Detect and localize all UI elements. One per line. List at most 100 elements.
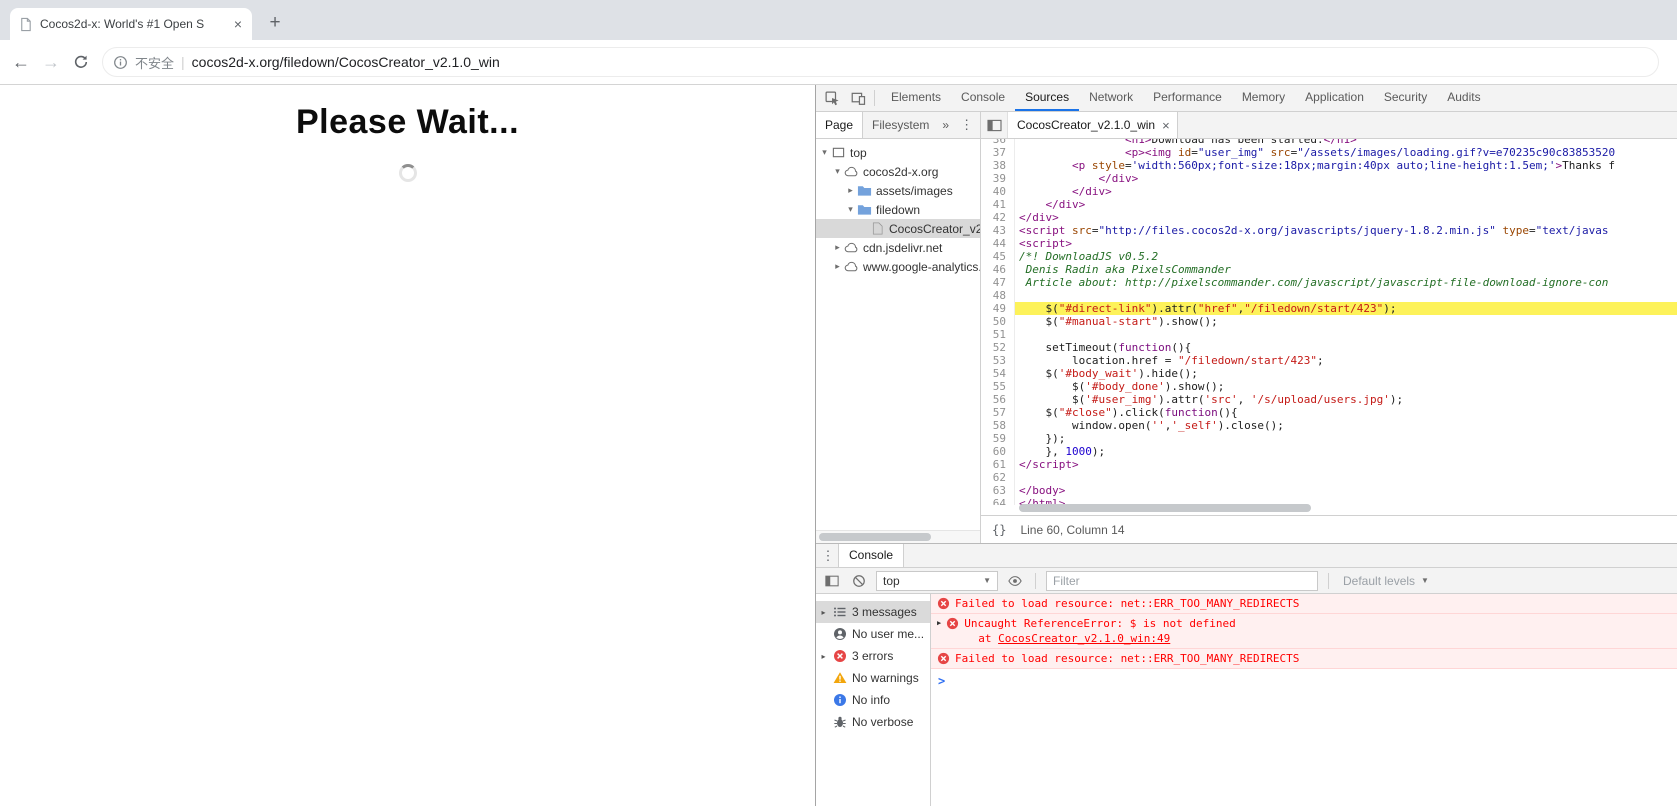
pretty-print-button[interactable]: {} (988, 521, 1010, 539)
error-icon (937, 652, 950, 665)
scrollbar-thumb[interactable] (1019, 504, 1311, 512)
device-toolbar-icon[interactable] (845, 86, 871, 110)
new-tab-button[interactable]: + (262, 10, 288, 36)
toggle-navigator-icon[interactable] (981, 112, 1008, 138)
code-line-49: 49 $("#direct-link").attr("href","/filed… (981, 302, 1677, 315)
code-line-38: 38 <p style='width:560px;font-size:18px;… (981, 159, 1677, 172)
console-filter-no-user-me[interactable]: No user me... (816, 623, 930, 645)
line-number: 39 (981, 172, 1015, 185)
code-line-63: 63 </body> (981, 484, 1677, 497)
tree-item-top[interactable]: ▾ top (816, 143, 980, 162)
code-text: <p><img id="user_img" src="/assets/image… (1124, 146, 1616, 159)
message-body: Uncaught ReferenceError: $ is not define… (964, 616, 1236, 646)
source-link[interactable]: CocosCreator_v2.1.0_win:49 (998, 632, 1170, 645)
eye-icon[interactable] (1005, 572, 1025, 590)
inspect-element-icon[interactable] (819, 86, 845, 110)
chevron-down-icon[interactable]: ▾ (845, 204, 856, 215)
devtools-tab-security[interactable]: Security (1374, 85, 1437, 111)
chevron-right-icon[interactable]: ▸ (845, 185, 856, 196)
console-filter-no-warnings[interactable]: No warnings (816, 667, 930, 689)
console-filter-label: No user me... (852, 627, 925, 641)
back-button[interactable]: ← (8, 49, 34, 75)
code-text: Article about: http://pixelscommander.co… (1019, 276, 1609, 289)
browser-tab[interactable]: Cocos2d-x: World's #1 Open S × (10, 8, 252, 40)
devtools-tab-console[interactable]: Console (951, 85, 1015, 111)
tree-item-filedown[interactable]: ▾ filedown (816, 200, 980, 219)
message-body: Failed to load resource: net::ERR_TOO_MA… (955, 651, 1299, 666)
console-filter-input[interactable] (1046, 570, 1318, 591)
chevron-right-icon[interactable]: ▸ (832, 261, 843, 272)
site-info-icon[interactable] (113, 55, 128, 70)
overflow-tabs-icon[interactable]: » (938, 112, 953, 138)
console-filter-label: 3 errors (852, 649, 894, 663)
console-filter-no-info[interactable]: No info (816, 689, 930, 711)
devtools-tab-memory[interactable]: Memory (1232, 85, 1295, 111)
tree-item-cocos2d-x-org[interactable]: ▾ cocos2d-x.org (816, 162, 980, 181)
code-text: </div> (1019, 211, 1059, 224)
forward-button[interactable]: → (38, 49, 64, 75)
tab-filesystem[interactable]: Filesystem (863, 112, 938, 138)
console-filter-3-messages[interactable]: ▸ 3 messages (816, 601, 930, 623)
code-line-53: 53 location.href = "/filedown/start/423"… (981, 354, 1677, 367)
drawer-tab-console[interactable]: Console (838, 544, 905, 567)
tree-item-cdn-jsdelivr-net[interactable]: ▸ cdn.jsdelivr.net (816, 238, 980, 257)
tab-strip: Cocos2d-x: World's #1 Open S × + (0, 0, 1677, 40)
file-tab-close-icon[interactable]: × (1162, 118, 1170, 133)
navigator-menu-icon[interactable]: ⋮ (953, 112, 980, 138)
log-levels-dropdown[interactable]: Default levels ▼ (1339, 574, 1433, 588)
devtools-tab-application[interactable]: Application (1295, 85, 1374, 111)
code-line-59: 59 }); (981, 432, 1677, 445)
code-text: <p style='width:560px;font-size:18px;mar… (1071, 159, 1616, 172)
cursor-position: Line 60, Column 14 (1020, 522, 1125, 537)
context-selector[interactable]: top ▼ (876, 570, 998, 591)
scrollbar-thumb[interactable] (819, 533, 931, 541)
navigator-hscrollbar[interactable] (816, 530, 980, 543)
chevron-down-icon[interactable]: ▾ (819, 147, 830, 158)
expand-arrow-icon[interactable]: ▶ (937, 619, 941, 627)
drawer-tab-bar: ⋮ Console (816, 544, 1677, 568)
devtools-tab-elements[interactable]: Elements (881, 85, 951, 111)
tree-item-label: assets/images (876, 183, 953, 198)
tree-item-www-google-analytics-co[interactable]: ▸ www.google-analytics.co (816, 257, 980, 276)
line-number: 56 (981, 393, 1015, 406)
chevron-right-icon[interactable]: ▸ (819, 652, 828, 661)
drawer-menu-icon[interactable]: ⋮ (818, 544, 838, 567)
reload-button[interactable] (68, 49, 94, 75)
code-line-50: 50 $("#manual-start").show(); (981, 315, 1677, 328)
code-text: Denis Radin aka PixelsCommander (1019, 263, 1231, 276)
devtools-tab-audits[interactable]: Audits (1437, 85, 1490, 111)
console-sidebar-toggle-icon[interactable] (822, 572, 842, 590)
chevron-down-icon: ▼ (983, 576, 991, 585)
devtools-tab-network[interactable]: Network (1079, 85, 1143, 111)
tree-item-assets-images[interactable]: ▸ assets/images (816, 181, 980, 200)
code-line-60: 60 }, 1000); (981, 445, 1677, 458)
code-area[interactable]: 36 <h1>Download has been started.</h1> 37… (981, 139, 1677, 505)
line-number: 46 (981, 263, 1015, 276)
code-line-51: 51 (981, 328, 1677, 341)
clear-console-button[interactable] (849, 572, 869, 590)
console-prompt[interactable]: > (931, 669, 1677, 693)
chevron-down-icon[interactable]: ▾ (832, 166, 843, 177)
chevron-right-icon[interactable]: ▸ (819, 608, 828, 617)
context-label: top (883, 573, 900, 588)
devtools-tab-sources[interactable]: Sources (1015, 85, 1080, 111)
console-filter-3-errors[interactable]: ▸ 3 errors (816, 645, 930, 667)
editor-file-tab[interactable]: CocosCreator_v2.1.0_win × (1008, 112, 1178, 138)
code-text: <script> (1019, 237, 1072, 250)
code-text: $('#body_wait').hide(); (1019, 367, 1198, 380)
tree-item-label: cocos2d-x.org (863, 164, 939, 179)
tab-close-icon[interactable]: × (232, 17, 244, 31)
chevron-right-icon[interactable]: ▸ (832, 242, 843, 253)
line-number: 47 (981, 276, 1015, 289)
tab-page[interactable]: Page (816, 112, 864, 138)
prompt-chevron-icon: > (938, 674, 946, 688)
devtools-tab-performance[interactable]: Performance (1143, 85, 1232, 111)
console-filter-label: No warnings (852, 671, 919, 685)
devtools-panel: Elements Console Sources Network Performance… (815, 85, 1677, 806)
line-number: 58 (981, 419, 1015, 432)
editor-hscrollbar[interactable] (981, 502, 1677, 515)
address-bar[interactable]: 不安全 | cocos2d-x.org/filedown/CocosCreato… (102, 47, 1659, 77)
console-filter-no-verbose[interactable]: No verbose (816, 711, 930, 733)
tree-item-cocoscreator-v2-1-0[interactable]: CocosCreator_v2.1.0 (816, 219, 980, 238)
page-favicon-icon (18, 17, 33, 32)
